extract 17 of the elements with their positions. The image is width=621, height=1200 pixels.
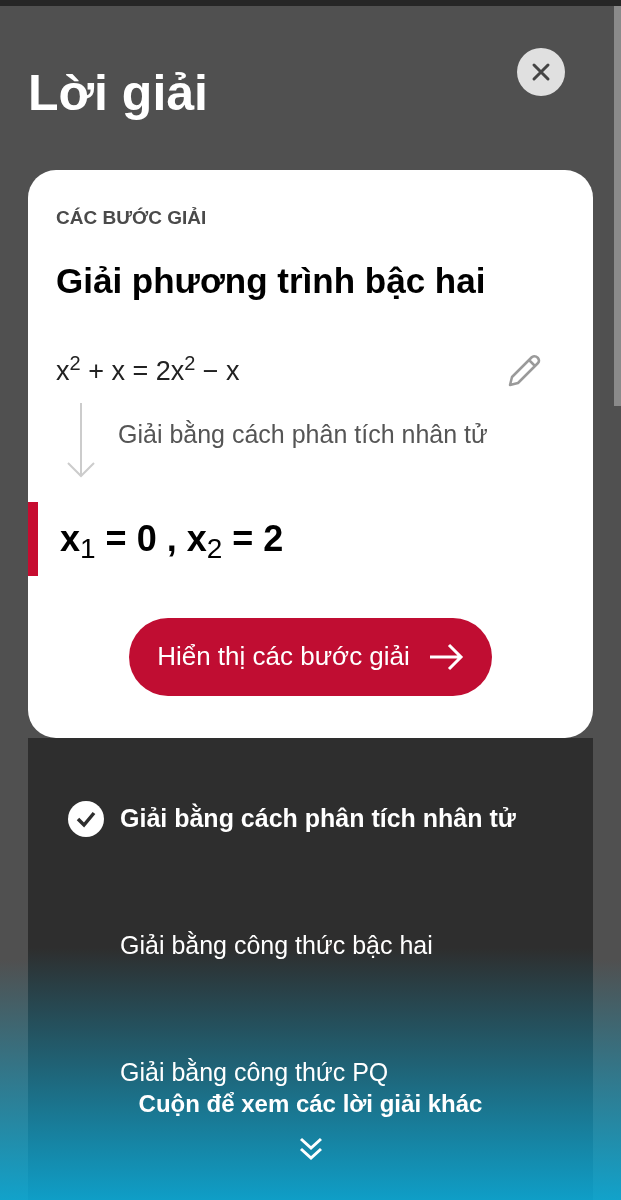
scroll-hint: Cuộn để xem các lời giải khác bbox=[138, 1089, 483, 1119]
close-button[interactable] bbox=[517, 48, 565, 96]
result: x$_{1}$ = 0 , x$_{2}$ = 2 bbox=[60, 516, 284, 566]
arrow-right-icon bbox=[427, 642, 464, 671]
close-icon bbox=[531, 62, 551, 82]
scrollbar-thumb[interactable] bbox=[614, 6, 621, 406]
solution-method[interactable]: Giải bằng công thức PQ bbox=[120, 1053, 389, 1092]
equation: x$^{2}$ + x = 2x$^{2}$ − x bbox=[56, 351, 240, 388]
solution-method[interactable]: Giải bằng cách phân tích nhân tử bbox=[120, 799, 516, 838]
double-chevron-down-icon bbox=[298, 1136, 323, 1162]
method-hint: Giải bằng cách phân tích nhân tử bbox=[118, 418, 488, 450]
solution-method[interactable]: Giải bằng công thức bậc hai bbox=[120, 926, 433, 965]
down-arrow-icon bbox=[66, 401, 96, 478]
page-title: Lời giải bbox=[28, 68, 208, 118]
card-heading: Giải phương trình bậc hai bbox=[55, 259, 487, 302]
section-label: CÁC BƯỚC GIẢI bbox=[55, 206, 208, 230]
show-steps-button[interactable]: Hiển thị các bước giải bbox=[129, 617, 492, 696]
